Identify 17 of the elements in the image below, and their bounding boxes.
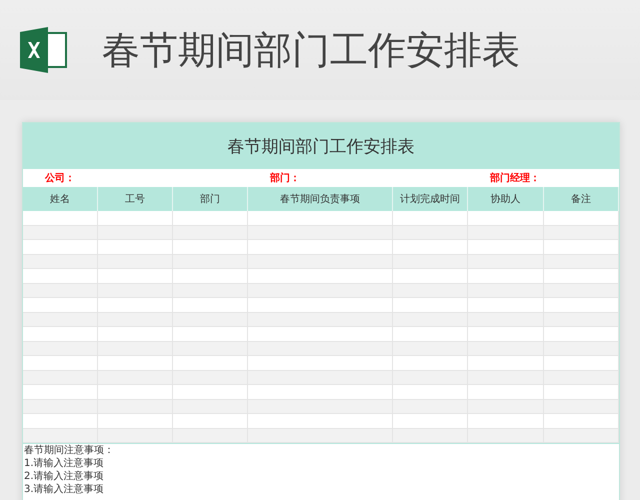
column-header: 备注 <box>544 187 619 211</box>
info-label: 部门经理： <box>488 171 541 185</box>
info-label: 公司： <box>44 172 76 185</box>
column-header: 工号 <box>98 187 173 211</box>
page-title: 春节期间部门工作安排表 <box>102 26 520 74</box>
info-label: 部门： <box>268 171 301 185</box>
sheet-title: 春节期间部门工作安排表 <box>228 136 414 158</box>
column-header: 姓名 <box>23 187 98 211</box>
note-line: 3.请输入注意事项 <box>24 483 105 496</box>
note-line: 2.请输入注意事项 <box>24 470 105 483</box>
column-header: 协助人 <box>468 187 544 211</box>
column-header: 计划完成时间 <box>393 187 468 211</box>
note-line: 春节期间注意事项： <box>24 444 115 457</box>
spreadsheet-logo-icon <box>20 27 68 73</box>
column-header: 春节期间负责事项 <box>248 187 393 211</box>
column-header: 部门 <box>173 187 248 211</box>
note-line: 1.请输入注意事项 <box>24 457 105 470</box>
